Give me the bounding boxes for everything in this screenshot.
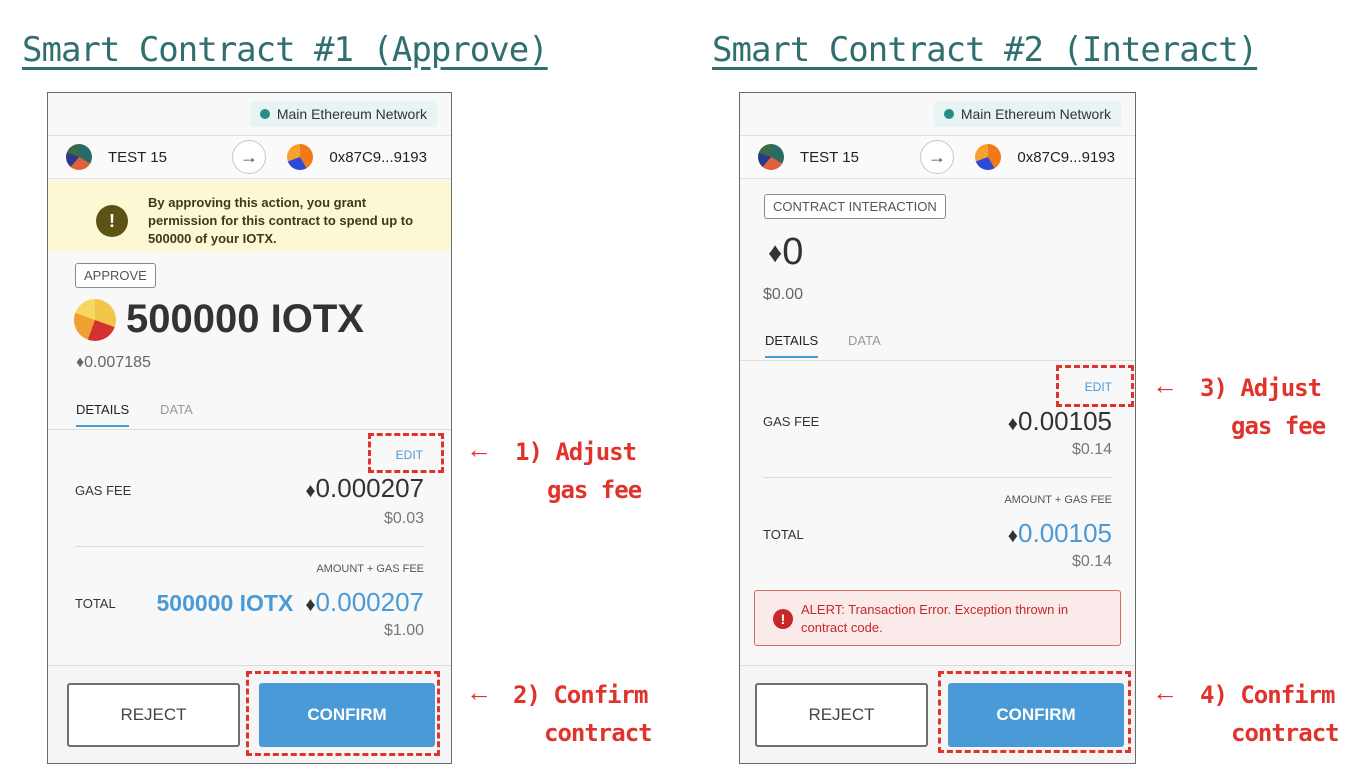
annotation-step-3: 3) Adjust gas fee bbox=[1200, 369, 1326, 445]
account-row: TEST 15 → 0x87C9...9193 bbox=[48, 135, 451, 179]
arrow-left-icon: ← bbox=[1152, 370, 1178, 400]
eth-icon: ♦ bbox=[1007, 413, 1019, 435]
highlight-confirm-2 bbox=[938, 671, 1131, 753]
eth-icon: ♦ bbox=[305, 480, 316, 502]
contract-interaction-panel: Main Ethereum Network TEST 15 → 0x87C9..… bbox=[739, 92, 1136, 764]
to-account-avatar bbox=[975, 144, 1002, 170]
arrow-right-icon: → bbox=[920, 140, 954, 174]
heading-smart-contract-2: Smart Contract #2 (Interact) bbox=[712, 30, 1258, 70]
eth-icon: ♦ bbox=[1007, 525, 1019, 547]
total-eth: 0.000207 bbox=[315, 587, 424, 617]
annotation-step-3-line1: 3) Adjust bbox=[1200, 374, 1322, 402]
total-eth-value: 0.00105 bbox=[1018, 518, 1112, 548]
from-account: TEST 15 bbox=[66, 144, 167, 170]
divider bbox=[763, 477, 1112, 478]
highlight-edit-gas-2 bbox=[1056, 365, 1134, 407]
gas-fee-label: GAS FEE bbox=[75, 483, 132, 498]
eth-equivalent-value: 0.007185 bbox=[84, 354, 151, 371]
network-name: Main Ethereum Network bbox=[960, 106, 1111, 122]
from-account-avatar bbox=[66, 144, 92, 170]
annotation-step-1: 1) Adjust gas fee bbox=[515, 433, 642, 509]
eth-equivalent: ♦0.007185 bbox=[76, 354, 151, 372]
eth-icon: ♦ bbox=[768, 236, 783, 268]
token-amount-value: 500000 IOTX bbox=[126, 297, 364, 341]
network-name: Main Ethereum Network bbox=[276, 106, 427, 122]
tab-bar: DETAILS DATA bbox=[48, 394, 451, 430]
total-token: 500000 IOTX bbox=[156, 590, 294, 616]
from-account-name: TEST 15 bbox=[108, 148, 167, 166]
tab-bar: DETAILS DATA bbox=[740, 325, 1135, 361]
alert-icon: ! bbox=[773, 609, 793, 629]
network-status-dot bbox=[259, 109, 270, 119]
eth-icon: ♦ bbox=[76, 354, 85, 371]
reject-button[interactable]: REJECT bbox=[755, 683, 928, 747]
total-usd: $1.00 bbox=[383, 622, 424, 639]
account-row: TEST 15 → 0x87C9...9193 bbox=[740, 135, 1135, 179]
annotation-step-4: 4) Confirm contract bbox=[1200, 676, 1340, 752]
to-account: 0x87C9...9193 bbox=[287, 144, 427, 170]
tab-data[interactable]: DATA bbox=[848, 333, 881, 348]
gas-fee-eth: ♦0.000207 bbox=[305, 473, 424, 504]
total-usd: $0.14 bbox=[1071, 553, 1112, 570]
annotation-step-2-line2: contract bbox=[544, 719, 653, 747]
annotation-step-4-line1: 4) Confirm bbox=[1200, 681, 1335, 709]
gas-fee-eth-value: 0.000207 bbox=[315, 473, 424, 503]
from-account-name: TEST 15 bbox=[800, 148, 859, 166]
arrow-right-icon: → bbox=[232, 140, 266, 174]
highlight-confirm-1 bbox=[246, 671, 440, 756]
amount-gas-fee-label: AMOUNT + GAS FEE bbox=[1004, 494, 1112, 506]
token-amount: 500000 IOTX bbox=[74, 297, 364, 342]
annotation-step-2: 2) Confirm contract bbox=[513, 676, 653, 752]
alert-text: ALERT: Transaction Error. Exception thro… bbox=[801, 602, 1069, 635]
approve-confirmation-panel: Main Ethereum Network TEST 15 → 0x87C9..… bbox=[47, 92, 452, 764]
approve-tag: APPROVE bbox=[75, 263, 156, 288]
from-account: TEST 15 bbox=[758, 144, 859, 170]
annotation-step-1-line1: 1) Adjust bbox=[515, 438, 637, 466]
contract-interaction-tag: CONTRACT INTERACTION bbox=[764, 194, 946, 219]
total-label: TOTAL bbox=[763, 527, 804, 542]
arrow-left-icon: ← bbox=[1152, 677, 1178, 707]
warning-icon: ! bbox=[96, 205, 128, 237]
total-eth: ♦0.00105 bbox=[1008, 518, 1112, 549]
tab-data[interactable]: DATA bbox=[160, 402, 193, 417]
gas-fee-eth: ♦0.00105 bbox=[1008, 406, 1112, 437]
network-badge[interactable]: Main Ethereum Network bbox=[249, 101, 437, 127]
to-address: 0x87C9...9193 bbox=[329, 148, 427, 166]
arrow-left-icon: ← bbox=[466, 677, 492, 707]
total-label: TOTAL bbox=[75, 596, 116, 611]
divider bbox=[75, 546, 424, 547]
warning-text: By approving this action, you grant perm… bbox=[148, 195, 414, 246]
tab-details[interactable]: DETAILS bbox=[765, 333, 819, 358]
tab-details[interactable]: DETAILS bbox=[76, 402, 130, 427]
network-status-dot bbox=[943, 109, 954, 119]
to-account: 0x87C9...9193 bbox=[975, 144, 1115, 170]
gas-fee-usd: $0.14 bbox=[1071, 441, 1112, 458]
iotx-token-icon bbox=[74, 298, 116, 341]
amount-gas-fee-label: AMOUNT + GAS FEE bbox=[316, 563, 424, 575]
heading-smart-contract-1: Smart Contract #1 (Approve) bbox=[22, 30, 549, 70]
usd-equivalent: $0.00 bbox=[763, 286, 804, 303]
annotation-step-2-line1: 2) Confirm bbox=[513, 681, 648, 709]
annotation-step-1-line2: gas fee bbox=[547, 476, 642, 504]
transaction-error-alert: ! ALERT: Transaction Error. Exception th… bbox=[754, 590, 1121, 646]
eth-amount-value: 0 bbox=[782, 231, 804, 273]
gas-fee-eth-value: 0.00105 bbox=[1018, 406, 1112, 436]
annotation-step-4-line2: contract bbox=[1231, 719, 1340, 747]
gas-fee-usd: $0.03 bbox=[383, 510, 424, 527]
annotation-step-3-line2: gas fee bbox=[1231, 412, 1326, 440]
eth-icon: ♦ bbox=[305, 594, 316, 616]
arrow-left-icon: ← bbox=[466, 434, 492, 464]
to-account-avatar bbox=[287, 144, 314, 170]
approval-warning: ! By approving this action, you grant pe… bbox=[48, 180, 451, 252]
to-address: 0x87C9...9193 bbox=[1017, 148, 1115, 166]
highlight-edit-gas-1 bbox=[368, 433, 444, 473]
from-account-avatar bbox=[758, 144, 784, 170]
total-value: 500000 IOTX ♦ 0.000207 bbox=[157, 587, 424, 618]
gas-fee-label: GAS FEE bbox=[763, 414, 820, 429]
network-badge[interactable]: Main Ethereum Network bbox=[933, 101, 1121, 127]
eth-amount: ♦ 0 bbox=[768, 231, 803, 274]
reject-button[interactable]: REJECT bbox=[67, 683, 240, 747]
